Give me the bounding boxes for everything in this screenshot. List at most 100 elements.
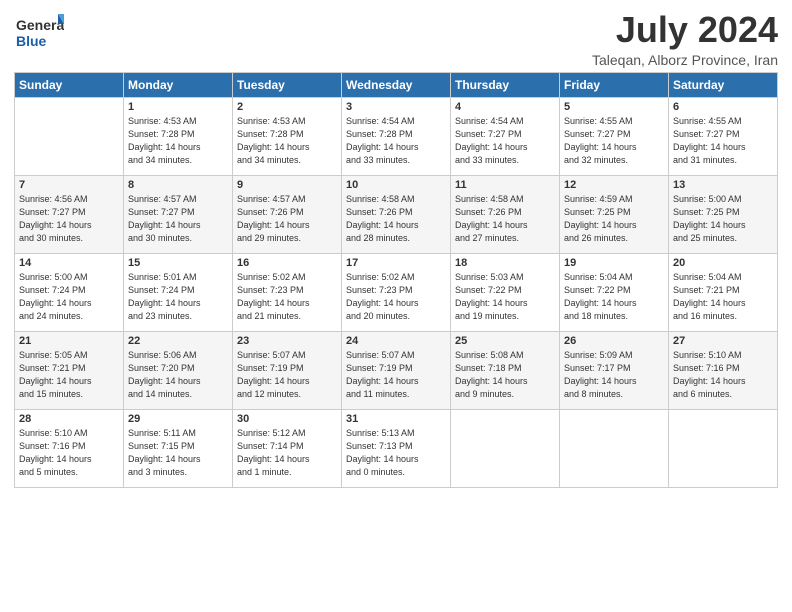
calendar-cell: 6 Sunrise: 4:55 AMSunset: 7:27 PMDaylight… [669,97,778,175]
weekday-header-row: Sunday Monday Tuesday Wednesday Thursday… [15,72,778,97]
day-info: Sunrise: 4:59 AMSunset: 7:25 PMDaylight:… [564,193,664,245]
calendar-cell: 8 Sunrise: 4:57 AMSunset: 7:27 PMDaylight… [124,175,233,253]
day-info: Sunrise: 5:10 AMSunset: 7:16 PMDaylight:… [19,427,119,479]
header-sunday: Sunday [15,72,124,97]
calendar-cell: 9 Sunrise: 4:57 AMSunset: 7:26 PMDaylight… [233,175,342,253]
day-info: Sunrise: 5:02 AMSunset: 7:23 PMDaylight:… [346,271,446,323]
calendar-cell: 16Sunrise: 5:02 AMSunset: 7:23 PMDayligh… [233,253,342,331]
day-number: 9 [237,179,337,191]
day-number: 17 [346,257,446,269]
calendar-cell: 11 Sunrise: 4:58 AMSunset: 7:26 PMDayligh… [451,175,560,253]
calendar-cell: 5Sunrise: 4:55 AMSunset: 7:27 PMDaylight… [560,97,669,175]
day-info: Sunrise: 5:07 AMSunset: 7:19 PMDaylight:… [346,349,446,401]
calendar-cell: 28Sunrise: 5:10 AMSunset: 7:16 PMDayligh… [15,409,124,487]
calendar-cell [669,409,778,487]
location-subtitle: Taleqan, Alborz Province, Iran [592,52,778,68]
day-number: 6 [673,101,773,113]
day-number: 27 [673,335,773,347]
day-number: 12 [564,179,664,191]
day-info: Sunrise: 5:06 AMSunset: 7:20 PMDaylight:… [128,349,228,401]
calendar-cell: 12 Sunrise: 4:59 AMSunset: 7:25 PMDayligh… [560,175,669,253]
calendar-cell: 18 Sunrise: 5:03 AMSunset: 7:22 PMDayligh… [451,253,560,331]
day-number: 5 [564,101,664,113]
header-thursday: Thursday [451,72,560,97]
day-info: Sunrise: 4:58 AMSunset: 7:26 PMDaylight:… [455,193,555,245]
day-number: 7 [19,179,119,191]
header-tuesday: Tuesday [233,72,342,97]
day-info: Sunrise: 4:58 AMSunset: 7:26 PMDaylight:… [346,193,446,245]
day-info: Sunrise: 4:57 AMSunset: 7:27 PMDaylight:… [128,193,228,245]
day-number: 1 [128,101,228,113]
day-number: 24 [346,335,446,347]
day-number: 2 [237,101,337,113]
logo: General Blue [14,10,64,59]
calendar-cell [560,409,669,487]
day-info: Sunrise: 4:56 AMSunset: 7:27 PMDaylight:… [19,193,119,245]
header-saturday: Saturday [669,72,778,97]
calendar-cell: 14Sunrise: 5:00 AMSunset: 7:24 PMDayligh… [15,253,124,331]
day-number: 15 [128,257,228,269]
day-info: Sunrise: 4:53 AMSunset: 7:28 PMDaylight:… [128,115,228,167]
day-number: 29 [128,413,228,425]
day-number: 26 [564,335,664,347]
calendar-cell [451,409,560,487]
calendar-cell: 17 Sunrise: 5:02 AMSunset: 7:23 PMDayligh… [342,253,451,331]
day-number: 8 [128,179,228,191]
calendar-cell: 31 Sunrise: 5:13 AMSunset: 7:13 PMDayligh… [342,409,451,487]
day-number: 14 [19,257,119,269]
day-number: 22 [128,335,228,347]
day-number: 16 [237,257,337,269]
calendar-cell: 3Sunrise: 4:54 AMSunset: 7:28 PMDaylight… [342,97,451,175]
header-friday: Friday [560,72,669,97]
svg-text:Blue: Blue [16,33,47,49]
day-info: Sunrise: 5:09 AMSunset: 7:17 PMDaylight:… [564,349,664,401]
calendar-cell: 19Sunrise: 5:04 AMSunset: 7:22 PMDayligh… [560,253,669,331]
calendar-cell: 22 Sunrise: 5:06 AMSunset: 7:20 PMDayligh… [124,331,233,409]
calendar-week-3: 14Sunrise: 5:00 AMSunset: 7:24 PMDayligh… [15,253,778,331]
day-number: 30 [237,413,337,425]
calendar-cell: 1 Sunrise: 4:53 AMSunset: 7:28 PMDaylight… [124,97,233,175]
calendar-week-5: 28Sunrise: 5:10 AMSunset: 7:16 PMDayligh… [15,409,778,487]
calendar-cell: 7 Sunrise: 4:56 AMSunset: 7:27 PMDaylight… [15,175,124,253]
day-info: Sunrise: 5:04 AMSunset: 7:21 PMDaylight:… [673,271,773,323]
title-block: July 2024 Taleqan, Alborz Province, Iran [592,10,778,68]
calendar-cell: 13Sunrise: 5:00 AMSunset: 7:25 PMDayligh… [669,175,778,253]
day-info: Sunrise: 4:55 AMSunset: 7:27 PMDaylight:… [673,115,773,167]
day-info: Sunrise: 5:10 AMSunset: 7:16 PMDaylight:… [673,349,773,401]
day-info: Sunrise: 4:54 AMSunset: 7:28 PMDaylight:… [346,115,446,167]
calendar-cell: 26 Sunrise: 5:09 AMSunset: 7:17 PMDayligh… [560,331,669,409]
calendar-cell: 4 Sunrise: 4:54 AMSunset: 7:27 PMDaylight… [451,97,560,175]
day-info: Sunrise: 5:13 AMSunset: 7:13 PMDaylight:… [346,427,446,479]
day-info: Sunrise: 4:53 AMSunset: 7:28 PMDaylight:… [237,115,337,167]
day-number: 23 [237,335,337,347]
day-number: 11 [455,179,555,191]
day-number: 25 [455,335,555,347]
day-info: Sunrise: 5:11 AMSunset: 7:15 PMDaylight:… [128,427,228,479]
calendar-cell: 29 Sunrise: 5:11 AMSunset: 7:15 PMDayligh… [124,409,233,487]
logo-icon: General Blue [14,10,64,54]
day-info: Sunrise: 5:00 AMSunset: 7:25 PMDaylight:… [673,193,773,245]
day-number: 19 [564,257,664,269]
calendar-cell: 23Sunrise: 5:07 AMSunset: 7:19 PMDayligh… [233,331,342,409]
calendar-cell: 10Sunrise: 4:58 AMSunset: 7:26 PMDayligh… [342,175,451,253]
page: General Blue July 2024 Taleqan, Alborz P… [0,0,792,612]
calendar-cell [15,97,124,175]
calendar-table: Sunday Monday Tuesday Wednesday Thursday… [14,72,778,488]
day-info: Sunrise: 5:03 AMSunset: 7:22 PMDaylight:… [455,271,555,323]
day-info: Sunrise: 5:05 AMSunset: 7:21 PMDaylight:… [19,349,119,401]
day-number: 21 [19,335,119,347]
day-info: Sunrise: 5:01 AMSunset: 7:24 PMDaylight:… [128,271,228,323]
day-number: 31 [346,413,446,425]
header-wednesday: Wednesday [342,72,451,97]
calendar-cell: 15 Sunrise: 5:01 AMSunset: 7:24 PMDayligh… [124,253,233,331]
calendar-cell: 20 Sunrise: 5:04 AMSunset: 7:21 PMDayligh… [669,253,778,331]
day-number: 20 [673,257,773,269]
svg-text:General: General [16,17,64,33]
day-info: Sunrise: 5:08 AMSunset: 7:18 PMDaylight:… [455,349,555,401]
day-info: Sunrise: 4:57 AMSunset: 7:26 PMDaylight:… [237,193,337,245]
day-number: 4 [455,101,555,113]
day-number: 18 [455,257,555,269]
calendar-cell: 25 Sunrise: 5:08 AMSunset: 7:18 PMDayligh… [451,331,560,409]
calendar-week-2: 7 Sunrise: 4:56 AMSunset: 7:27 PMDaylight… [15,175,778,253]
day-info: Sunrise: 4:54 AMSunset: 7:27 PMDaylight:… [455,115,555,167]
